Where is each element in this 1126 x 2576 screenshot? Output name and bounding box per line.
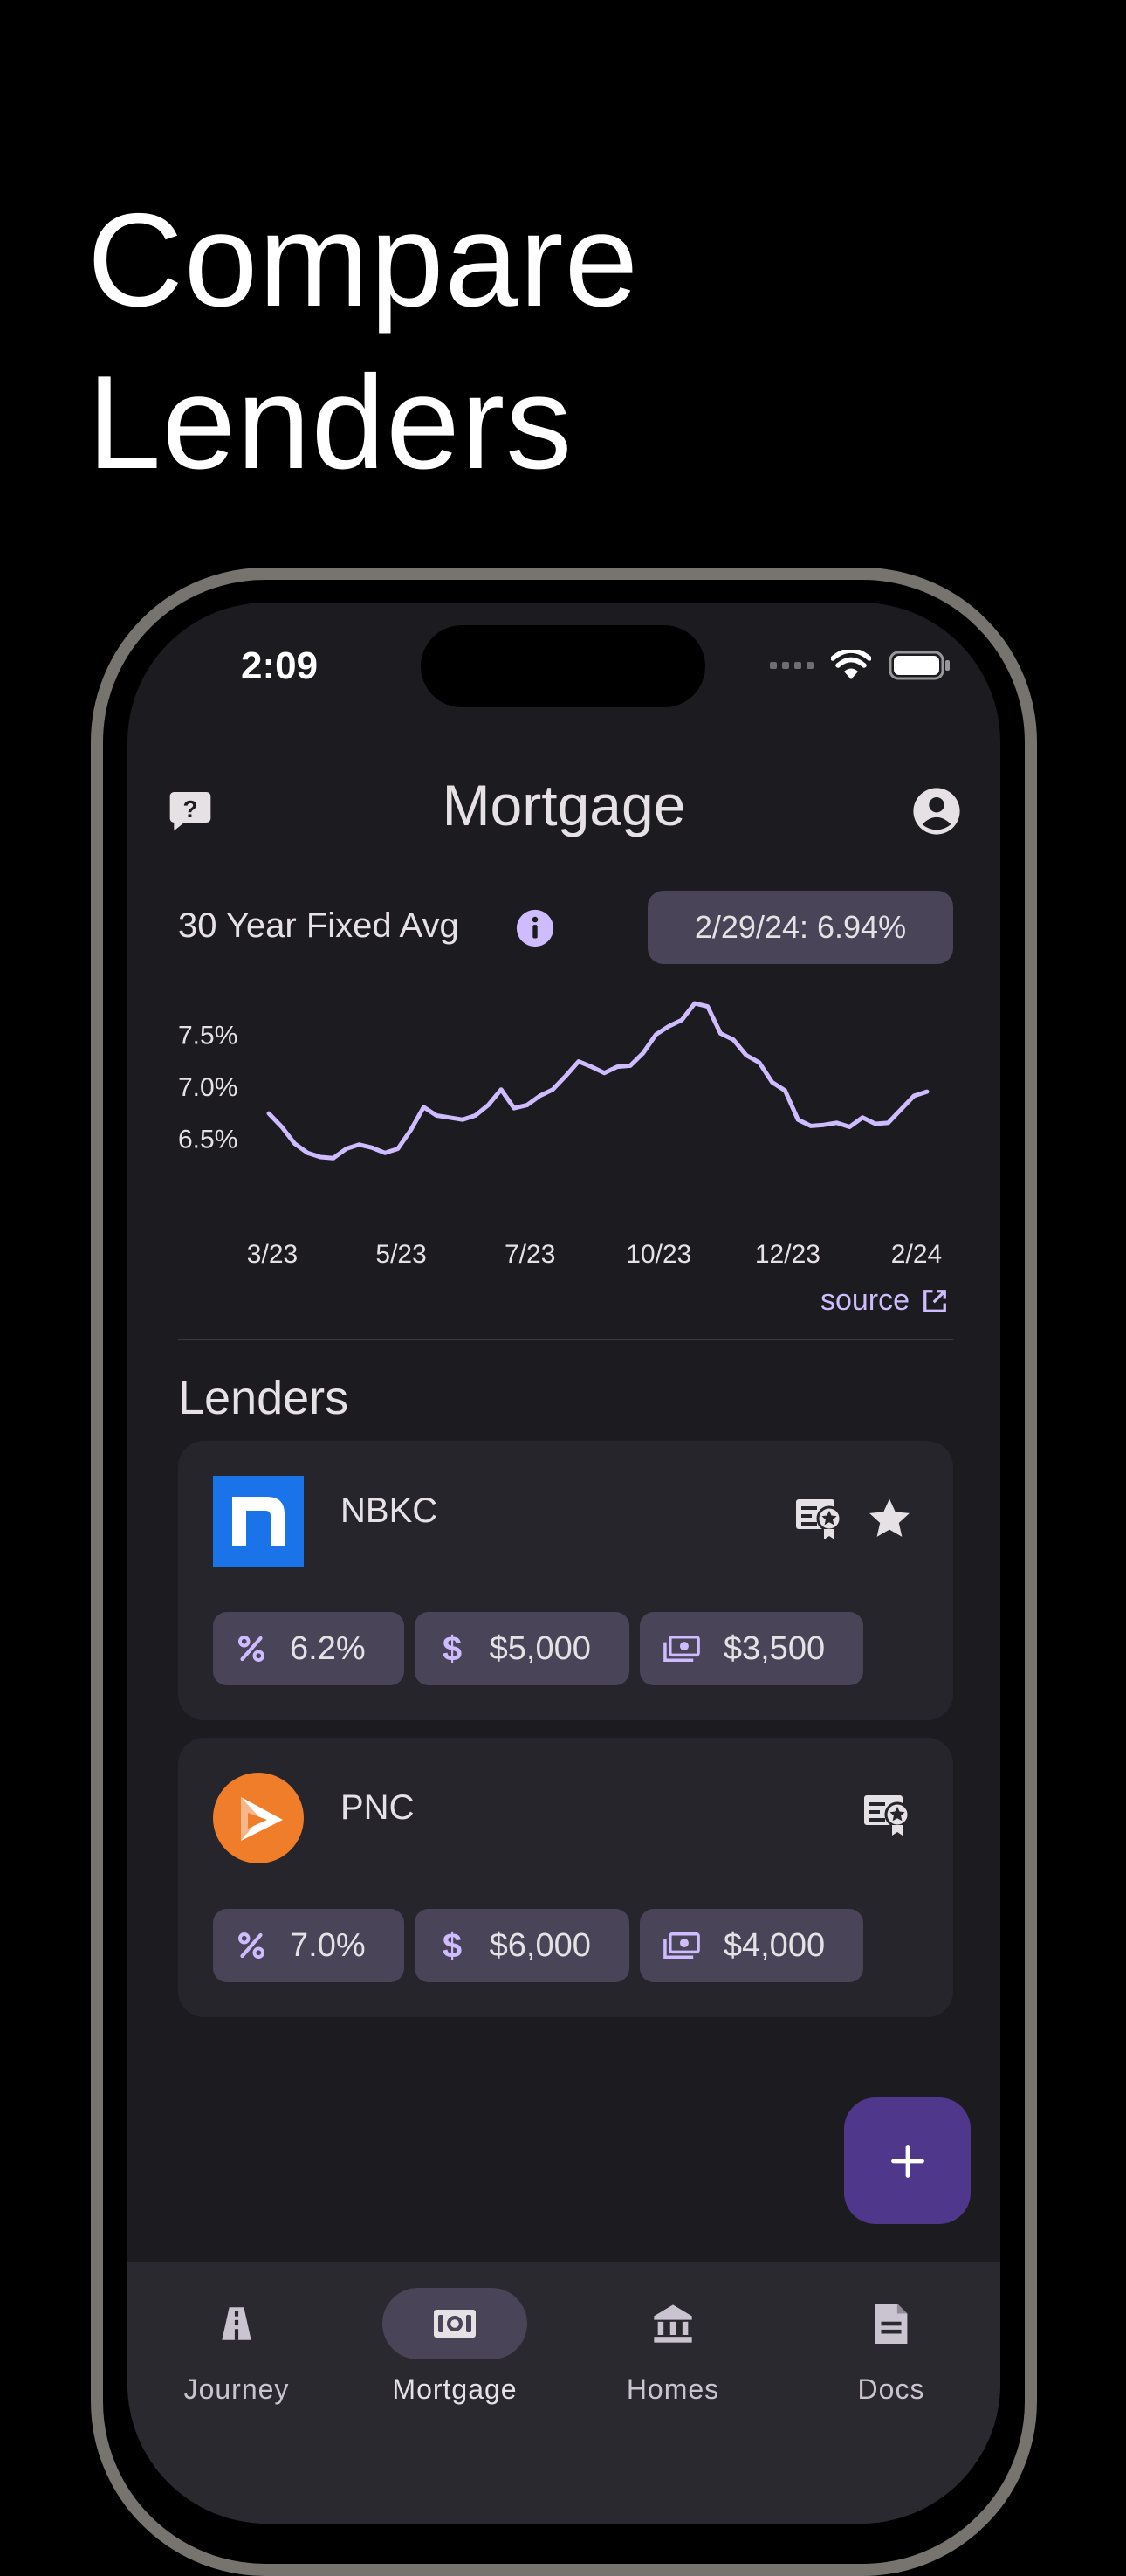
rate-value: 7.0% — [290, 1926, 366, 1964]
compare-badge-icon[interactable] — [862, 1792, 913, 1837]
nav-item-docs[interactable]: Docs — [782, 2262, 1000, 2436]
x-tick-label: 2/24 — [891, 1240, 942, 1269]
divider — [178, 1339, 953, 1340]
rate-chip[interactable]: 6.2% — [213, 1612, 404, 1685]
nav-label: Mortgage — [392, 2373, 518, 2405]
dollar-icon: $ — [443, 1928, 462, 1963]
current-rate-chip[interactable]: 2/29/24: 6.94% — [648, 891, 953, 964]
cash-icon — [663, 1636, 700, 1662]
cash-icon — [663, 1932, 700, 1959]
nav-item-mortgage[interactable]: Mortgage — [346, 2262, 564, 2436]
bank-icon — [654, 2304, 692, 2343]
svg-text:$: $ — [443, 1631, 462, 1666]
rate-series-line — [266, 1001, 930, 1161]
percent-icon — [237, 1635, 265, 1663]
nav-label: Homes — [626, 2373, 720, 2405]
card-actions — [794, 1495, 913, 1542]
rate-label: 30 Year Fixed Avg — [178, 906, 459, 945]
nbkc-logo-background — [213, 1476, 304, 1567]
x-tick-label: 12/23 — [755, 1240, 820, 1269]
closing-cost-value: $5,000 — [489, 1629, 591, 1667]
headline-line-2: Lenders — [87, 348, 573, 497]
page-title: Mortgage — [442, 773, 686, 837]
lender-name: NBKC — [340, 1491, 438, 1530]
cash-chip[interactable]: $4,000 — [639, 1909, 864, 1982]
source-label: source — [820, 1284, 910, 1317]
nav-item-homes[interactable]: Homes — [564, 2262, 782, 2436]
account-circle-icon[interactable] — [911, 786, 962, 837]
x-tick-label: 3/23 — [247, 1240, 298, 1269]
closing-cost-value: $6,000 — [489, 1926, 591, 1964]
status-time: 2:09 — [241, 644, 319, 687]
lender-name: PNC — [340, 1788, 415, 1827]
document-icon — [875, 2304, 908, 2344]
phone-screen: 2:09 ? Mortgage 30 Year Fixed Avg 2/29/2… — [127, 603, 1000, 2524]
closing-cost-chip[interactable]: $ $5,000 — [414, 1612, 629, 1685]
cash-chip[interactable]: $3,500 — [639, 1612, 864, 1685]
x-tick-label: 5/23 — [375, 1240, 426, 1269]
lender-terms: 6.2% $ $5,000 $3,500 — [213, 1612, 864, 1685]
add-lender-button[interactable] — [844, 2097, 971, 2224]
status-icons — [770, 648, 951, 683]
battery-icon — [889, 651, 950, 680]
lender-terms: 7.0% $ $6,000 $4,000 — [213, 1909, 864, 1982]
x-tick-label: 7/23 — [505, 1240, 555, 1269]
source-link[interactable]: source — [820, 1284, 948, 1318]
lender-card-pnc[interactable]: PNC 7.0% $ $6,000 $4,000 — [178, 1738, 953, 2017]
signal-icon — [770, 662, 814, 669]
x-tick-label: 10/23 — [626, 1240, 691, 1269]
lender-card-nbkc[interactable]: NBKC 6.2% $ $5,000 $3,500 — [178, 1441, 953, 1720]
headline: Compare Lenders — [87, 179, 639, 504]
y-tick-label: 7.5% — [178, 1022, 237, 1050]
cash-value: $3,500 — [723, 1629, 826, 1667]
wifi-icon — [831, 650, 871, 679]
cash-icon — [434, 2310, 476, 2338]
open-in-new-icon — [923, 1289, 946, 1312]
rate-summary: 30 Year Fixed Avg 2/29/24: 6.94% — [178, 891, 953, 964]
cash-value: $4,000 — [723, 1926, 826, 1964]
lenders-heading: Lenders — [178, 1372, 349, 1424]
nav-item-journey[interactable]: Journey — [127, 2262, 346, 2436]
dynamic-island — [421, 625, 705, 707]
app-header: ? Mortgage — [127, 760, 1000, 847]
closing-cost-chip[interactable]: $ $6,000 — [414, 1909, 629, 1982]
pnc-logo — [213, 1773, 304, 1863]
y-tick-label: 7.0% — [178, 1073, 237, 1102]
road-icon — [222, 2307, 251, 2340]
bottom-navigation: Journey Mortgage Homes Docs — [127, 2262, 1000, 2524]
nav-label: Docs — [857, 2373, 925, 2405]
compare-badge-icon[interactable] — [794, 1496, 845, 1541]
nav-label: Journey — [183, 2373, 290, 2405]
y-tick-label: 6.5% — [178, 1125, 237, 1154]
plus-icon — [890, 2144, 924, 2178]
dollar-icon: $ — [443, 1631, 462, 1666]
rate-chip[interactable]: 7.0% — [213, 1909, 404, 1982]
info-icon[interactable] — [515, 908, 555, 948]
rate-value: 6.2% — [290, 1629, 366, 1667]
card-actions — [862, 1792, 913, 1837]
svg-text:$: $ — [443, 1928, 462, 1963]
favorite-star-icon[interactable] — [866, 1495, 913, 1542]
nbkc-logo — [213, 1476, 304, 1567]
rate-chart: 7.5% 7.0% 6.5% 3/23 5/23 7/23 10/23 12/23 2/24 — [178, 1001, 942, 1269]
percent-icon — [237, 1932, 265, 1960]
headline-line-1: Compare — [87, 186, 640, 334]
